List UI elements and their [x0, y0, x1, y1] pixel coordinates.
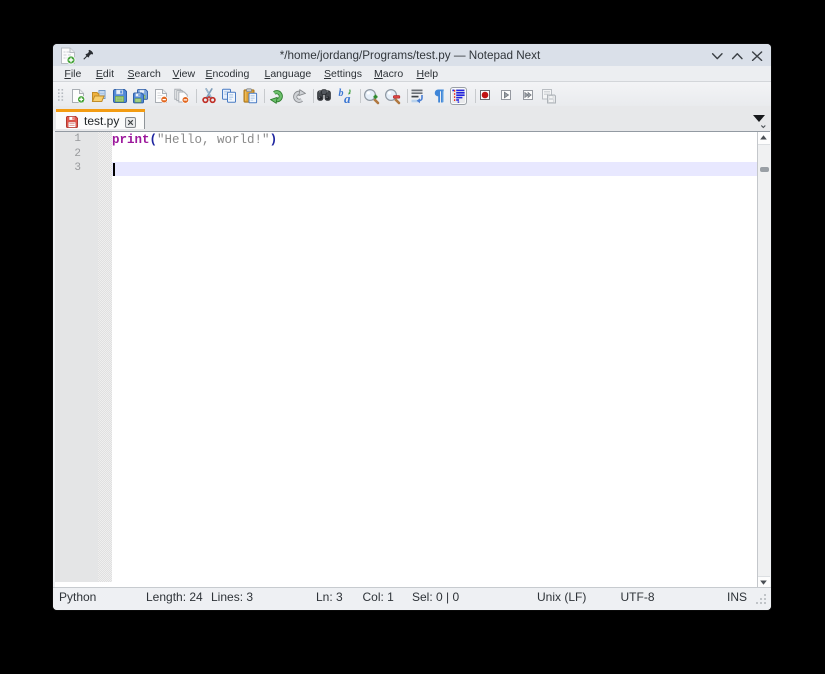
svg-text:b: b	[339, 88, 344, 99]
